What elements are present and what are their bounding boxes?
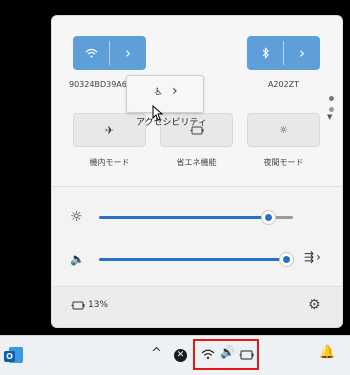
battery-percentage: 13% xyxy=(88,300,109,310)
close-circle-icon[interactable]: ✕ xyxy=(174,349,187,362)
bluetooth-icon[interactable] xyxy=(247,36,283,70)
scroll-down-arrow[interactable]: ▼ xyxy=(327,113,332,121)
chevron-right-icon: › xyxy=(125,44,131,62)
volume-thumb[interactable] xyxy=(280,253,293,266)
battery-icon[interactable] xyxy=(71,301,85,310)
battery-saver-label: 省エネ機能 xyxy=(176,158,217,167)
quick-settings-footer: 13% ⚙ xyxy=(52,286,342,327)
show-hidden-icons-chevron[interactable]: ^ xyxy=(151,346,162,361)
night-light-tile[interactable]: ☼ xyxy=(247,113,320,147)
taskbar: O ^ ✕ 🔊 🔔 xyxy=(0,335,350,375)
divider xyxy=(52,186,342,187)
brightness-track-fill[interactable] xyxy=(99,216,268,219)
airplane-mode-label: 機内モード xyxy=(89,158,130,167)
accessibility-tile[interactable]: ♿ › xyxy=(126,75,204,113)
settings-gear-icon[interactable]: ⚙ xyxy=(308,297,321,313)
page-dot[interactable] xyxy=(329,107,334,112)
bluetooth-tile[interactable]: › xyxy=(247,36,320,70)
page-dot[interactable] xyxy=(329,96,334,101)
highlight-box xyxy=(193,339,259,370)
bluetooth-device-name: A202ZT xyxy=(267,80,300,89)
volume-icon[interactable]: 🔈 xyxy=(70,252,85,266)
audio-output-icon[interactable]: ⇶ xyxy=(304,250,314,264)
audio-output-chevron[interactable]: › xyxy=(316,250,321,264)
wifi-expand-button[interactable]: › xyxy=(110,36,146,70)
accessibility-expand-chevron[interactable]: › xyxy=(172,83,178,99)
night-light-icon: ☼ xyxy=(279,124,288,136)
airplane-icon: ✈ xyxy=(104,123,115,137)
night-light-label: 夜間モード xyxy=(263,158,304,167)
volume-track-fill[interactable] xyxy=(99,258,286,261)
brightness-slider[interactable]: ☼ xyxy=(52,205,342,229)
wifi-tile[interactable]: › xyxy=(73,36,146,70)
notification-bell-icon[interactable]: 🔔 xyxy=(319,345,335,360)
outlook-app-icon[interactable]: O xyxy=(4,346,24,366)
bluetooth-expand-button[interactable]: › xyxy=(284,36,320,70)
wifi-icon[interactable] xyxy=(73,36,109,70)
accessibility-icon: ♿ xyxy=(154,87,163,98)
brightness-thumb[interactable] xyxy=(261,211,275,224)
brightness-icon: ☼ xyxy=(70,209,83,225)
volume-slider[interactable]: 🔈 ⇶ › xyxy=(52,247,342,271)
quick-settings-panel: › 90324BD39A60-5C › A202ZT ✈ 機内モード 省エネ機能… xyxy=(51,15,343,328)
accessibility-tooltip: アクセシビリティ xyxy=(136,118,208,128)
chevron-right-icon: › xyxy=(299,44,305,62)
